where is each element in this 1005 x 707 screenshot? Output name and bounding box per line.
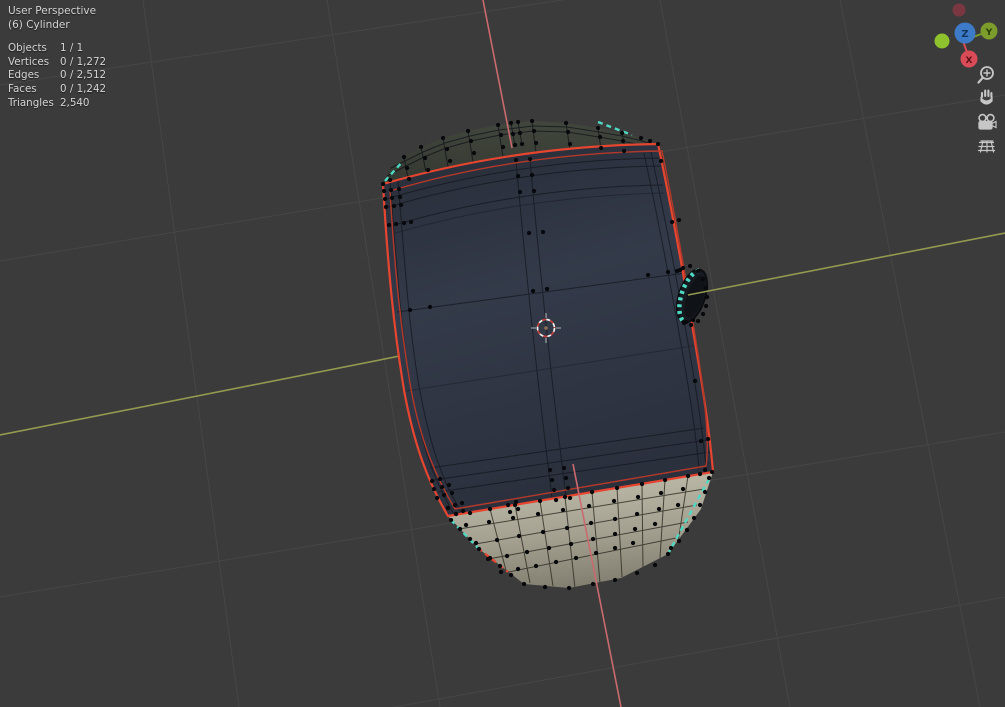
stat-row-faces: Faces 0 / 1,242 [8, 82, 106, 96]
stat-label: Faces [8, 82, 52, 96]
stat-value: 1 / 1 [60, 41, 106, 55]
view-mode-label: User Perspective [8, 4, 106, 18]
stat-row-triangles: Triangles 2,540 [8, 96, 106, 110]
cursor-center-dot [544, 326, 548, 330]
viewport-3d[interactable]: Z Y X User Perspective (6) Cylinder [0, 0, 1005, 707]
stat-row-vertices: Vertices 0 / 1,272 [8, 55, 106, 69]
stat-value: 0 / 1,242 [60, 82, 106, 96]
stat-label: Objects [8, 41, 52, 55]
stat-row-edges: Edges 0 / 2,512 [8, 68, 106, 82]
ortho-grid-icon [979, 141, 995, 152]
stat-value: 0 / 2,512 [60, 68, 106, 82]
stat-row-objects: Objects 1 / 1 [8, 41, 106, 55]
gizmo-y-label: Y [985, 28, 993, 38]
gizmo-neg-y-ball[interactable] [935, 34, 950, 49]
projection-toggle-tool[interactable] [979, 141, 995, 152]
camera-body [979, 122, 992, 130]
active-object-label: (6) Cylinder [8, 18, 106, 32]
scene-statistics: Objects 1 / 1 Vertices 0 / 1,272 Edges 0… [8, 41, 106, 109]
viewport-info-overlay: User Perspective (6) Cylinder Objects 1 … [8, 4, 106, 109]
stat-value: 0 / 1,272 [60, 55, 106, 69]
viewport-canvas[interactable]: Z Y X [0, 0, 1005, 707]
stat-label: Triangles [8, 96, 52, 110]
gizmo-z-label: Z [961, 29, 968, 40]
stat-label: Vertices [8, 55, 52, 69]
stat-value: 2,540 [60, 96, 106, 110]
gizmo-x-label: X [966, 56, 973, 66]
stat-label: Edges [8, 68, 52, 82]
gizmo-neg-x-ball[interactable] [953, 4, 966, 17]
mesh-main-face[interactable] [383, 144, 713, 516]
